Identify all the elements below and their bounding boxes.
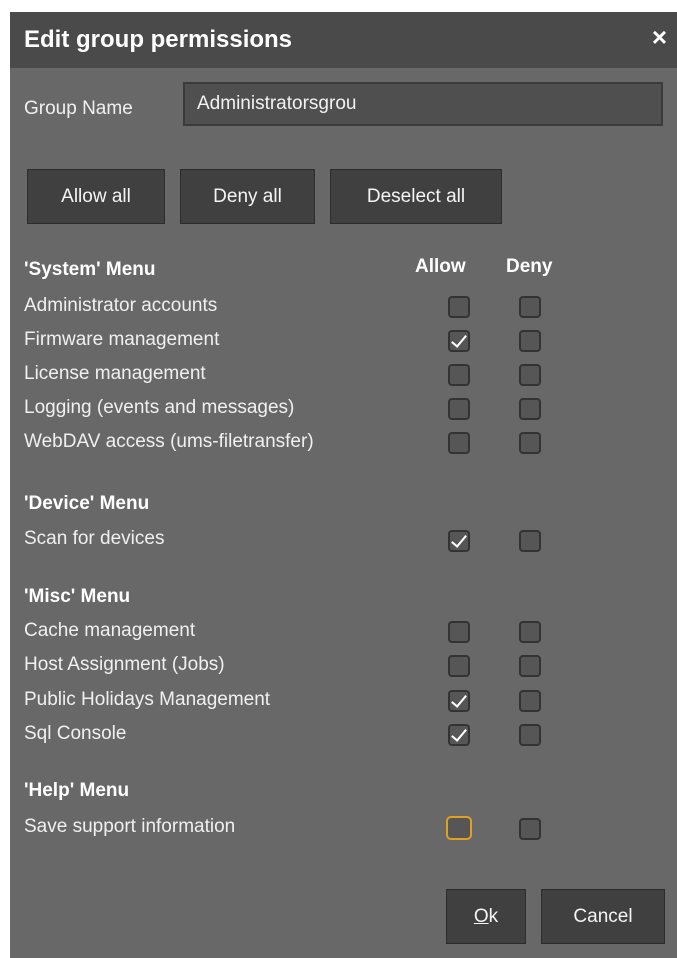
deny-checkbox[interactable] <box>519 690 541 712</box>
permission-label: Firmware management <box>24 329 220 350</box>
ok-mnemonic: O <box>473 906 489 927</box>
deny-checkbox[interactable] <box>519 432 541 454</box>
deny-checkbox[interactable] <box>519 296 541 318</box>
allow-checkbox[interactable] <box>448 530 470 552</box>
allow-checkbox[interactable] <box>446 816 472 840</box>
deny-column-header: Deny <box>506 256 553 277</box>
title-bar: Edit group permissions × <box>10 12 677 68</box>
deny-checkbox[interactable] <box>519 818 541 840</box>
allow-checkbox[interactable] <box>448 398 470 420</box>
permission-label: Host Assignment (Jobs) <box>24 654 225 675</box>
deny-checkbox[interactable] <box>519 655 541 677</box>
deny-checkbox[interactable] <box>519 398 541 420</box>
permission-label: Save support information <box>24 816 236 837</box>
deny-checkbox[interactable] <box>519 364 541 386</box>
deny-checkbox[interactable] <box>519 621 541 643</box>
deny-checkbox[interactable] <box>519 530 541 552</box>
section-system-menu: 'System' Menu <box>24 259 156 280</box>
close-icon[interactable]: × <box>652 24 667 50</box>
allow-checkbox[interactable] <box>448 690 470 712</box>
allow-checkbox[interactable] <box>448 432 470 454</box>
ok-button[interactable]: Ok <box>446 889 526 944</box>
section-device-menu: 'Device' Menu <box>24 493 150 514</box>
permission-label: WebDAV access (ums-filetransfer) <box>24 431 314 452</box>
cancel-button[interactable]: Cancel <box>541 889 665 944</box>
allow-checkbox[interactable] <box>448 364 470 386</box>
allow-checkbox[interactable] <box>448 330 470 352</box>
allow-checkbox[interactable] <box>448 724 470 746</box>
section-help-menu: 'Help' Menu <box>24 780 130 801</box>
permission-label: Logging (events and messages) <box>24 397 295 418</box>
deselect-all-button[interactable]: Deselect all <box>330 169 502 224</box>
edit-group-permissions-dialog: Edit group permissions × Group Name Allo… <box>10 12 677 958</box>
permission-label: Administrator accounts <box>24 295 218 316</box>
permission-label: Scan for devices <box>24 528 165 549</box>
allow-column-header: Allow <box>415 256 466 277</box>
permission-label: Public Holidays Management <box>24 689 271 710</box>
allow-checkbox[interactable] <box>448 296 470 318</box>
allow-all-button[interactable]: Allow all <box>27 169 165 224</box>
deny-checkbox[interactable] <box>519 330 541 352</box>
allow-checkbox[interactable] <box>448 655 470 677</box>
group-name-label: Group Name <box>24 98 133 119</box>
permission-label: Cache management <box>24 620 196 641</box>
allow-checkbox[interactable] <box>448 621 470 643</box>
dialog-title: Edit group permissions <box>24 26 293 53</box>
deny-checkbox[interactable] <box>519 724 541 746</box>
permission-label: License management <box>24 363 206 384</box>
ok-label-rest: k <box>488 906 499 927</box>
deny-all-button[interactable]: Deny all <box>180 169 315 224</box>
section-misc-menu: 'Misc' Menu <box>24 586 131 607</box>
group-name-input[interactable] <box>183 82 663 126</box>
permission-label: Sql Console <box>24 723 127 744</box>
